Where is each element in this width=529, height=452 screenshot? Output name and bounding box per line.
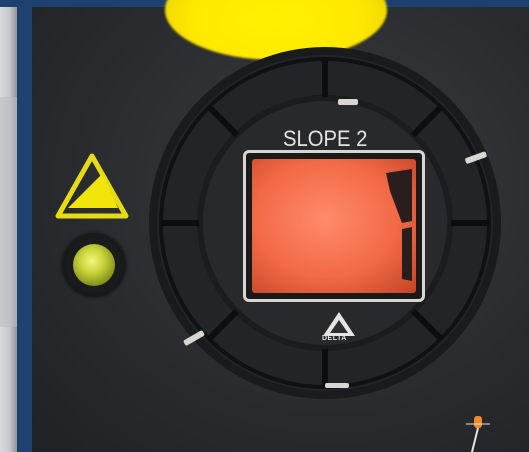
slope-label: SLOPE 2 [283, 126, 368, 151]
frame-border-left [17, 7, 32, 452]
control-panel-photo: SLOPE 2 1 DELTA [0, 0, 529, 452]
lcd-screen: 1 [252, 159, 416, 293]
lcd-bezel: 1 [243, 150, 425, 302]
logo-text: DELTA [322, 335, 347, 342]
probe-icon [466, 416, 490, 452]
indicator-lamp [63, 234, 125, 296]
seven-segment-digit-icon [386, 169, 412, 281]
lamp-glass [73, 244, 115, 286]
wall-shadow [0, 97, 17, 327]
warning-triangle-icon [55, 153, 129, 219]
left-wall [0, 7, 17, 452]
